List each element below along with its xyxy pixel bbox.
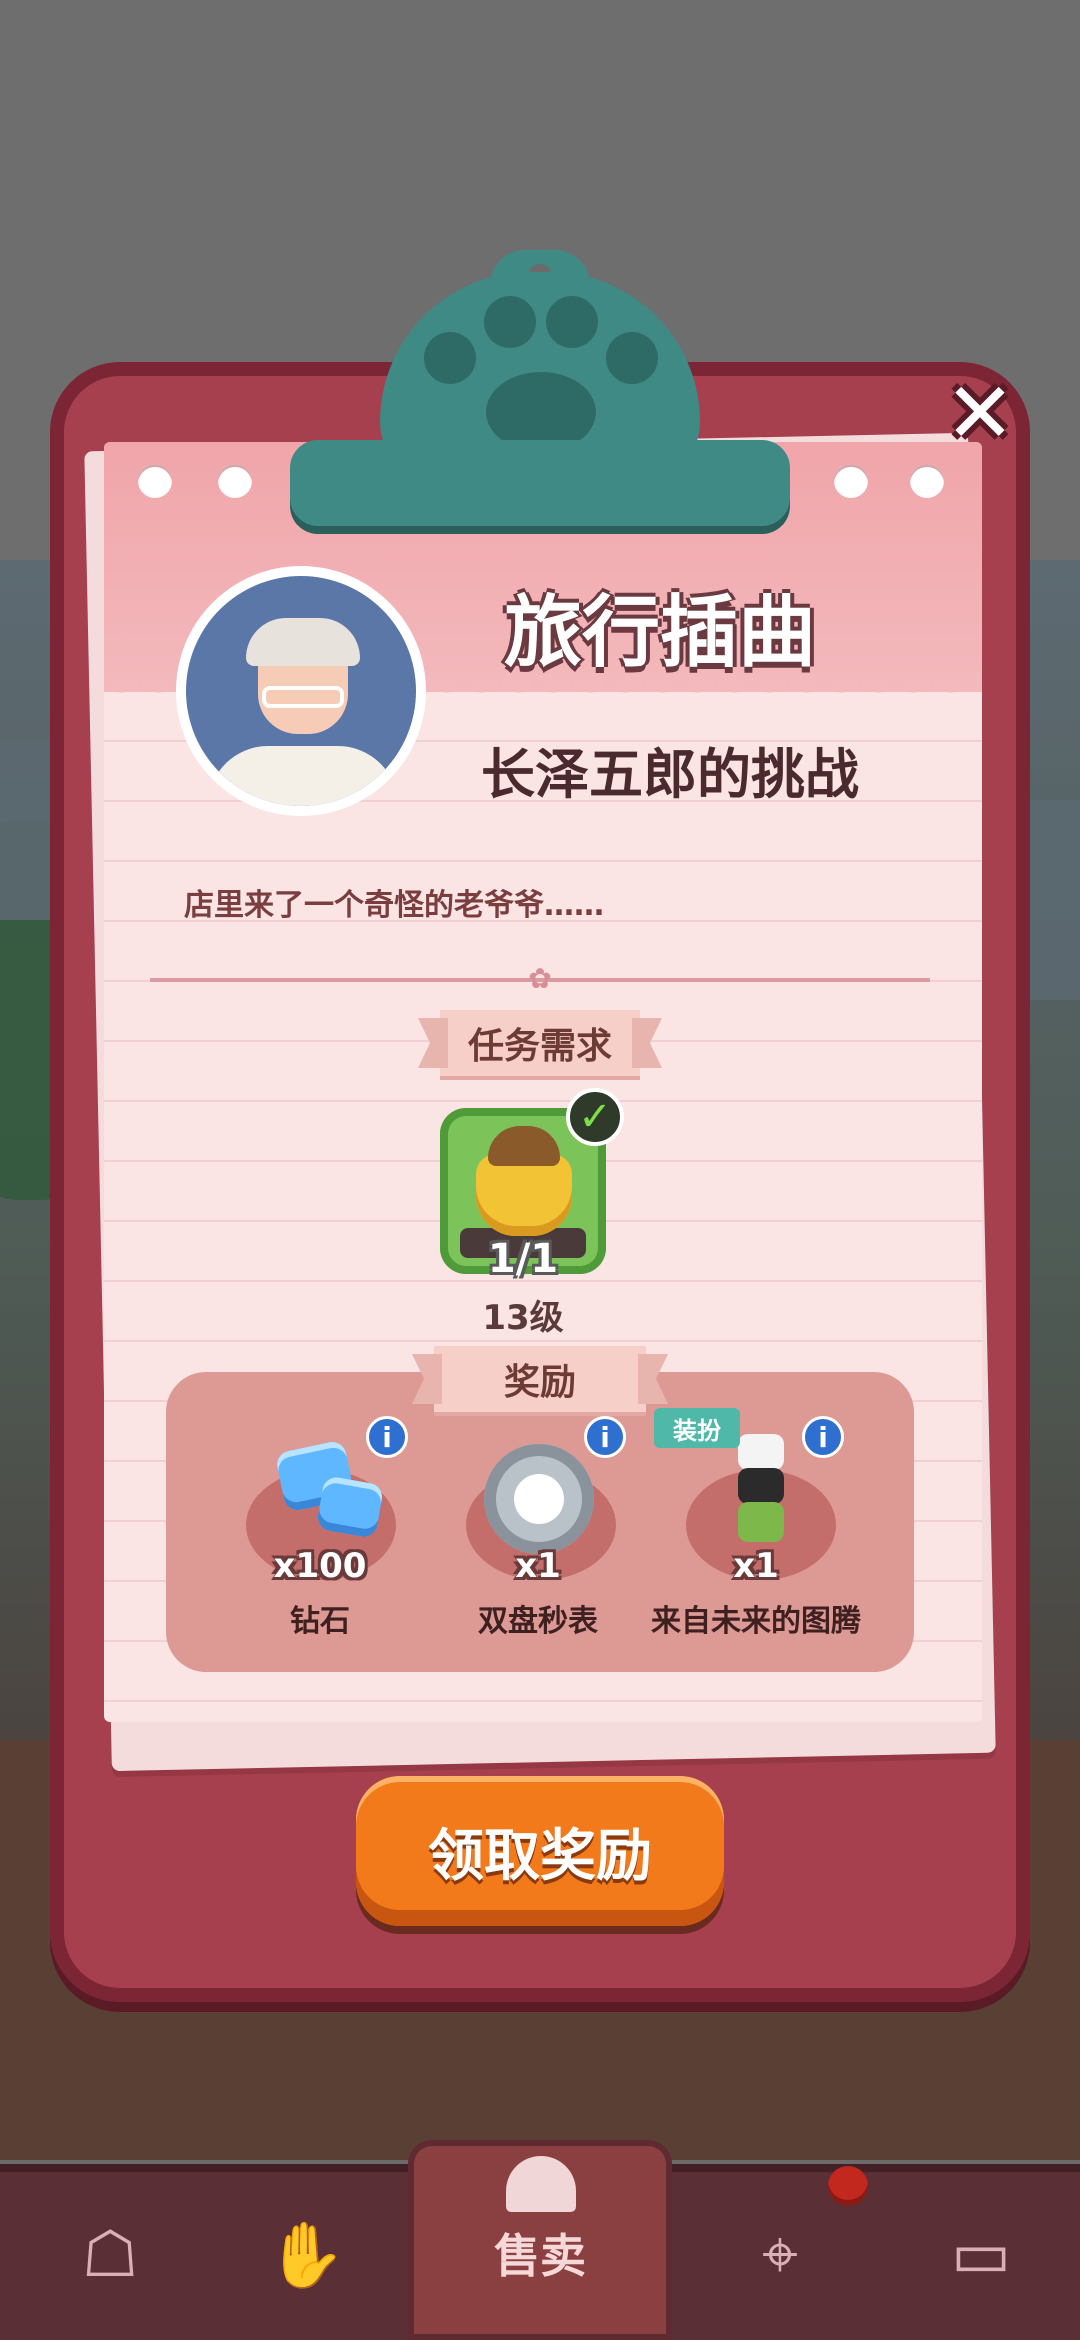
info-icon[interactable]: i [802, 1416, 844, 1458]
info-icon[interactable]: i [584, 1416, 626, 1458]
event-subtitle: 长泽五郎的挑战 [481, 743, 859, 806]
event-description: 店里来了一个奇怪的老爷爷…… [184, 888, 604, 923]
stopwatch-icon [484, 1444, 594, 1554]
task-level: 13级 [482, 1298, 564, 1338]
task-ribbon: 任务需求 [440, 1010, 640, 1076]
bag-icon[interactable]: ☖ [40, 2180, 180, 2330]
reward-name: 来自未来的图腾 [651, 1604, 861, 1639]
claim-reward-button[interactable]: 领取奖励 [356, 1776, 724, 1926]
check-icon: ✓ [566, 1088, 624, 1146]
close-button[interactable]: ✕ [930, 364, 1030, 462]
reward-section-label: 奖励 [503, 1362, 576, 1403]
task-section-label: 任务需求 [467, 1026, 612, 1067]
info-icon[interactable]: i [366, 1416, 408, 1458]
cosmetic-tag: 装扮 [654, 1408, 740, 1448]
paper-hole [218, 464, 252, 498]
bus-icon[interactable]: ▭ [906, 2180, 1056, 2330]
reward-qty: x1 [733, 1546, 779, 1586]
paper-hole [834, 464, 868, 498]
nav-tab-sell-label: 售卖 [494, 2229, 586, 2283]
paper-hole [910, 464, 944, 498]
handshake-icon[interactable]: ✋ [236, 2180, 376, 2330]
character-avatar [176, 566, 426, 816]
reward-qty: x1 [515, 1546, 561, 1586]
reward-qty: x100 [273, 1546, 367, 1586]
event-title: 旅行插曲 [503, 588, 816, 678]
reward-ribbon: 奖励 [434, 1346, 646, 1412]
clip-base [290, 440, 790, 526]
map-pin-icon[interactable]: ⌖ [710, 2180, 850, 2330]
divider-ornament-icon: ✿ [528, 962, 552, 995]
paper-hole [138, 464, 172, 498]
task-progress: 1/1 [487, 1236, 559, 1282]
